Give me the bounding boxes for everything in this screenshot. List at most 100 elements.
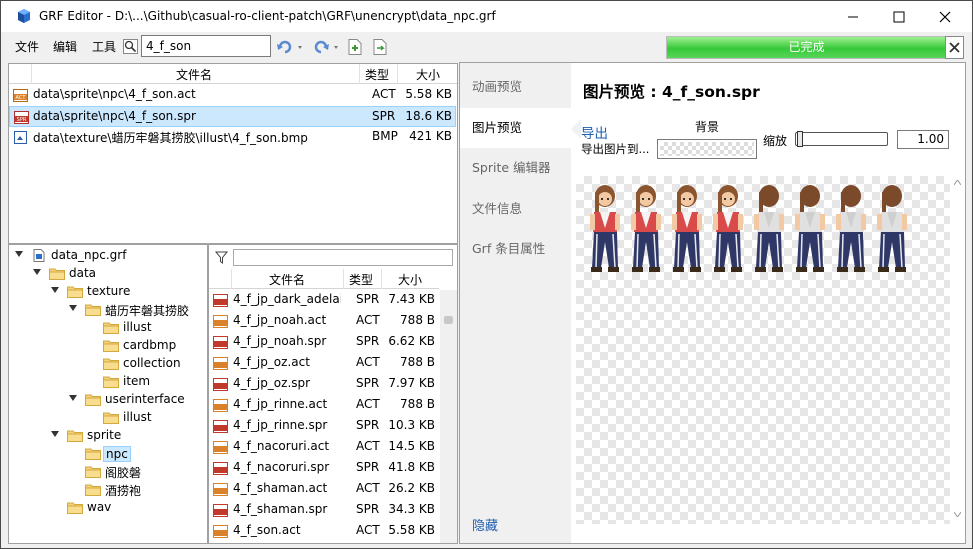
tree-node-ui-illust[interactable]: illust <box>87 409 207 427</box>
table-row-selected[interactable]: SPR data\sprite\npc\4_f_son.spr SPR 18.6… <box>9 106 456 127</box>
scrollbar-thumb[interactable] <box>444 316 453 324</box>
maximize-button[interactable] <box>876 1 922 32</box>
close-progress-button[interactable] <box>945 36 964 59</box>
import-file-icon[interactable] <box>373 39 387 55</box>
file-name: 4_f_shaman.spr <box>233 502 328 516</box>
close-icon <box>949 42 960 53</box>
column-filename[interactable]: 文件名 <box>269 271 305 288</box>
file-name: 4_f_nacoruri.spr <box>233 460 330 474</box>
background-label: 背景 <box>695 120 720 134</box>
tree-node-collection[interactable]: collection <box>87 355 207 373</box>
filter-input[interactable] <box>233 249 453 266</box>
results-header: 文件名 类型 大小 <box>9 64 457 84</box>
tab-grf-properties[interactable]: Grf 条目属性 <box>460 229 571 269</box>
export-link[interactable]: 导出 <box>581 122 608 142</box>
table-row[interactable]: 4_f_jp_oz.act ACT 788 B <box>209 353 439 374</box>
zoom-slider[interactable] <box>795 131 888 147</box>
table-row[interactable]: 4_f_shaman.spr SPR 34.3 KB <box>209 500 439 521</box>
tree-node-label: wav <box>87 500 112 514</box>
expand-arrow-icon[interactable] <box>15 250 23 258</box>
add-file-icon[interactable] <box>348 39 362 55</box>
tree-node-item[interactable]: item <box>87 373 207 391</box>
preview-scrollbar[interactable] <box>950 176 965 524</box>
spr-file-icon: SPR <box>14 111 29 124</box>
file-size: 7.97 KB <box>388 376 435 390</box>
file-size: 7.43 KB <box>388 292 435 306</box>
tree-node-sprite[interactable]: sprite <box>51 427 207 445</box>
column-size[interactable]: 大小 <box>398 271 422 288</box>
file-size: 34.3 KB <box>388 502 435 516</box>
tab-file-info[interactable]: 文件信息 <box>460 189 571 229</box>
folder-icon <box>67 502 83 514</box>
table-row[interactable]: data\texture\蜡历牢磐其捞胶\illust\4_f_son.bmp … <box>9 127 457 148</box>
column-size[interactable]: 大小 <box>416 66 440 83</box>
tree-node-data[interactable]: data <box>33 265 207 283</box>
undo-icon[interactable] <box>277 39 305 55</box>
file-size: 26.2 KB <box>388 481 435 495</box>
file-type: SPR <box>356 418 380 432</box>
menu-tools[interactable]: 工具 <box>92 38 116 55</box>
table-row[interactable]: 4_f_jp_noah.act ACT 788 B <box>209 311 439 332</box>
sprite-frame <box>713 185 743 272</box>
table-row[interactable]: 4_f_jp_oz.spr SPR 7.97 KB <box>209 374 439 395</box>
folder-icon <box>49 268 65 280</box>
expand-arrow-icon[interactable] <box>69 304 77 312</box>
redo-icon[interactable] <box>313 39 341 55</box>
file-size: 5.58 KB <box>405 87 452 101</box>
act-file-icon <box>213 399 228 412</box>
tree-node-wav[interactable]: wav <box>51 499 207 517</box>
file-type: SPR <box>356 334 380 348</box>
column-type[interactable]: 类型 <box>365 66 389 83</box>
expand-arrow-icon[interactable] <box>33 268 41 276</box>
tab-image-preview[interactable]: 图片预览 <box>460 108 571 148</box>
menu-edit[interactable]: 编辑 <box>53 38 77 55</box>
table-row[interactable]: ACT data\sprite\npc\4_f_son.act ACT 5.58… <box>9 85 457 106</box>
tree-node-illust[interactable]: illust <box>87 319 207 337</box>
file-path: data\sprite\npc\4_f_son.spr <box>33 109 196 123</box>
tree-node-npc[interactable]: npc <box>69 445 207 463</box>
vertical-scrollbar[interactable] <box>440 290 457 543</box>
file-size: 788 B <box>400 313 435 327</box>
table-row[interactable]: 4_f_jp_noah.spr SPR 6.62 KB <box>209 332 439 353</box>
preview-tabs: 动画预览 图片预览 Sprite 编辑器 文件信息 Grf 条目属性 隐藏 <box>460 63 571 543</box>
column-filename[interactable]: 文件名 <box>176 66 212 83</box>
minimize-button[interactable] <box>830 1 876 32</box>
table-row[interactable]: 4_f_nacoruri.act ACT 14.5 KB <box>209 437 439 458</box>
zoom-slider-thumb[interactable] <box>797 131 803 147</box>
tree-node-label: 蜡历牢磐其捞胶 <box>105 304 190 318</box>
tab-animation-preview[interactable]: 动画预览 <box>460 67 571 107</box>
tree-node-texture[interactable]: texture <box>51 283 207 301</box>
folder-icon <box>85 304 101 316</box>
tree-node-tex-sub[interactable]: 蜡历牢磐其捞胶 <box>69 301 207 319</box>
table-row[interactable]: 4_f_shaman.act ACT 26.2 KB <box>209 479 439 500</box>
table-row[interactable]: 4_f_nacoruri.spr SPR 41.8 KB <box>209 458 439 479</box>
column-type[interactable]: 类型 <box>349 271 373 288</box>
act-file-icon: ACT <box>13 89 28 102</box>
tree-node-sprite-sub1[interactable]: 阁胶磐 <box>69 463 207 481</box>
table-row[interactable]: 4_f_son.act ACT 5.58 KB <box>209 521 439 542</box>
file-type: SPR <box>356 376 380 390</box>
search-input[interactable]: 4_f_son <box>141 35 271 57</box>
close-button[interactable] <box>922 1 968 32</box>
sprite-frame <box>590 185 620 272</box>
tab-sprite-editor[interactable]: Sprite 编辑器 <box>460 148 571 188</box>
chevron-down-icon <box>954 512 961 517</box>
tree-node-cardbmp[interactable]: cardbmp <box>87 337 207 355</box>
menu-file[interactable]: 文件 <box>15 38 39 55</box>
expand-arrow-icon[interactable] <box>69 394 77 402</box>
bmp-file-icon <box>14 131 27 144</box>
zoom-value-input[interactable]: 1.00 <box>897 130 949 149</box>
tree-node-userinterface[interactable]: userinterface <box>69 391 207 409</box>
file-type: SPR <box>372 109 396 123</box>
file-size: 14.5 KB <box>388 439 435 453</box>
tree-node-sprite-sub2[interactable]: 酒捞袍 <box>69 481 207 499</box>
hide-link[interactable]: 隐藏 <box>460 507 571 547</box>
tree-node-root[interactable]: data_npc.grf <box>15 247 195 265</box>
filter-icon <box>215 251 228 264</box>
table-row[interactable]: 4_f_jp_rinne.act ACT 788 B <box>209 395 439 416</box>
table-row[interactable]: 4_f_jp_dark_adelaic SPR 7.43 KB <box>209 290 439 311</box>
expand-arrow-icon[interactable] <box>51 430 59 438</box>
background-color-picker[interactable] <box>657 139 757 159</box>
expand-arrow-icon[interactable] <box>51 286 59 294</box>
table-row[interactable]: 4_f_jp_rinne.spr SPR 10.3 KB <box>209 416 439 437</box>
